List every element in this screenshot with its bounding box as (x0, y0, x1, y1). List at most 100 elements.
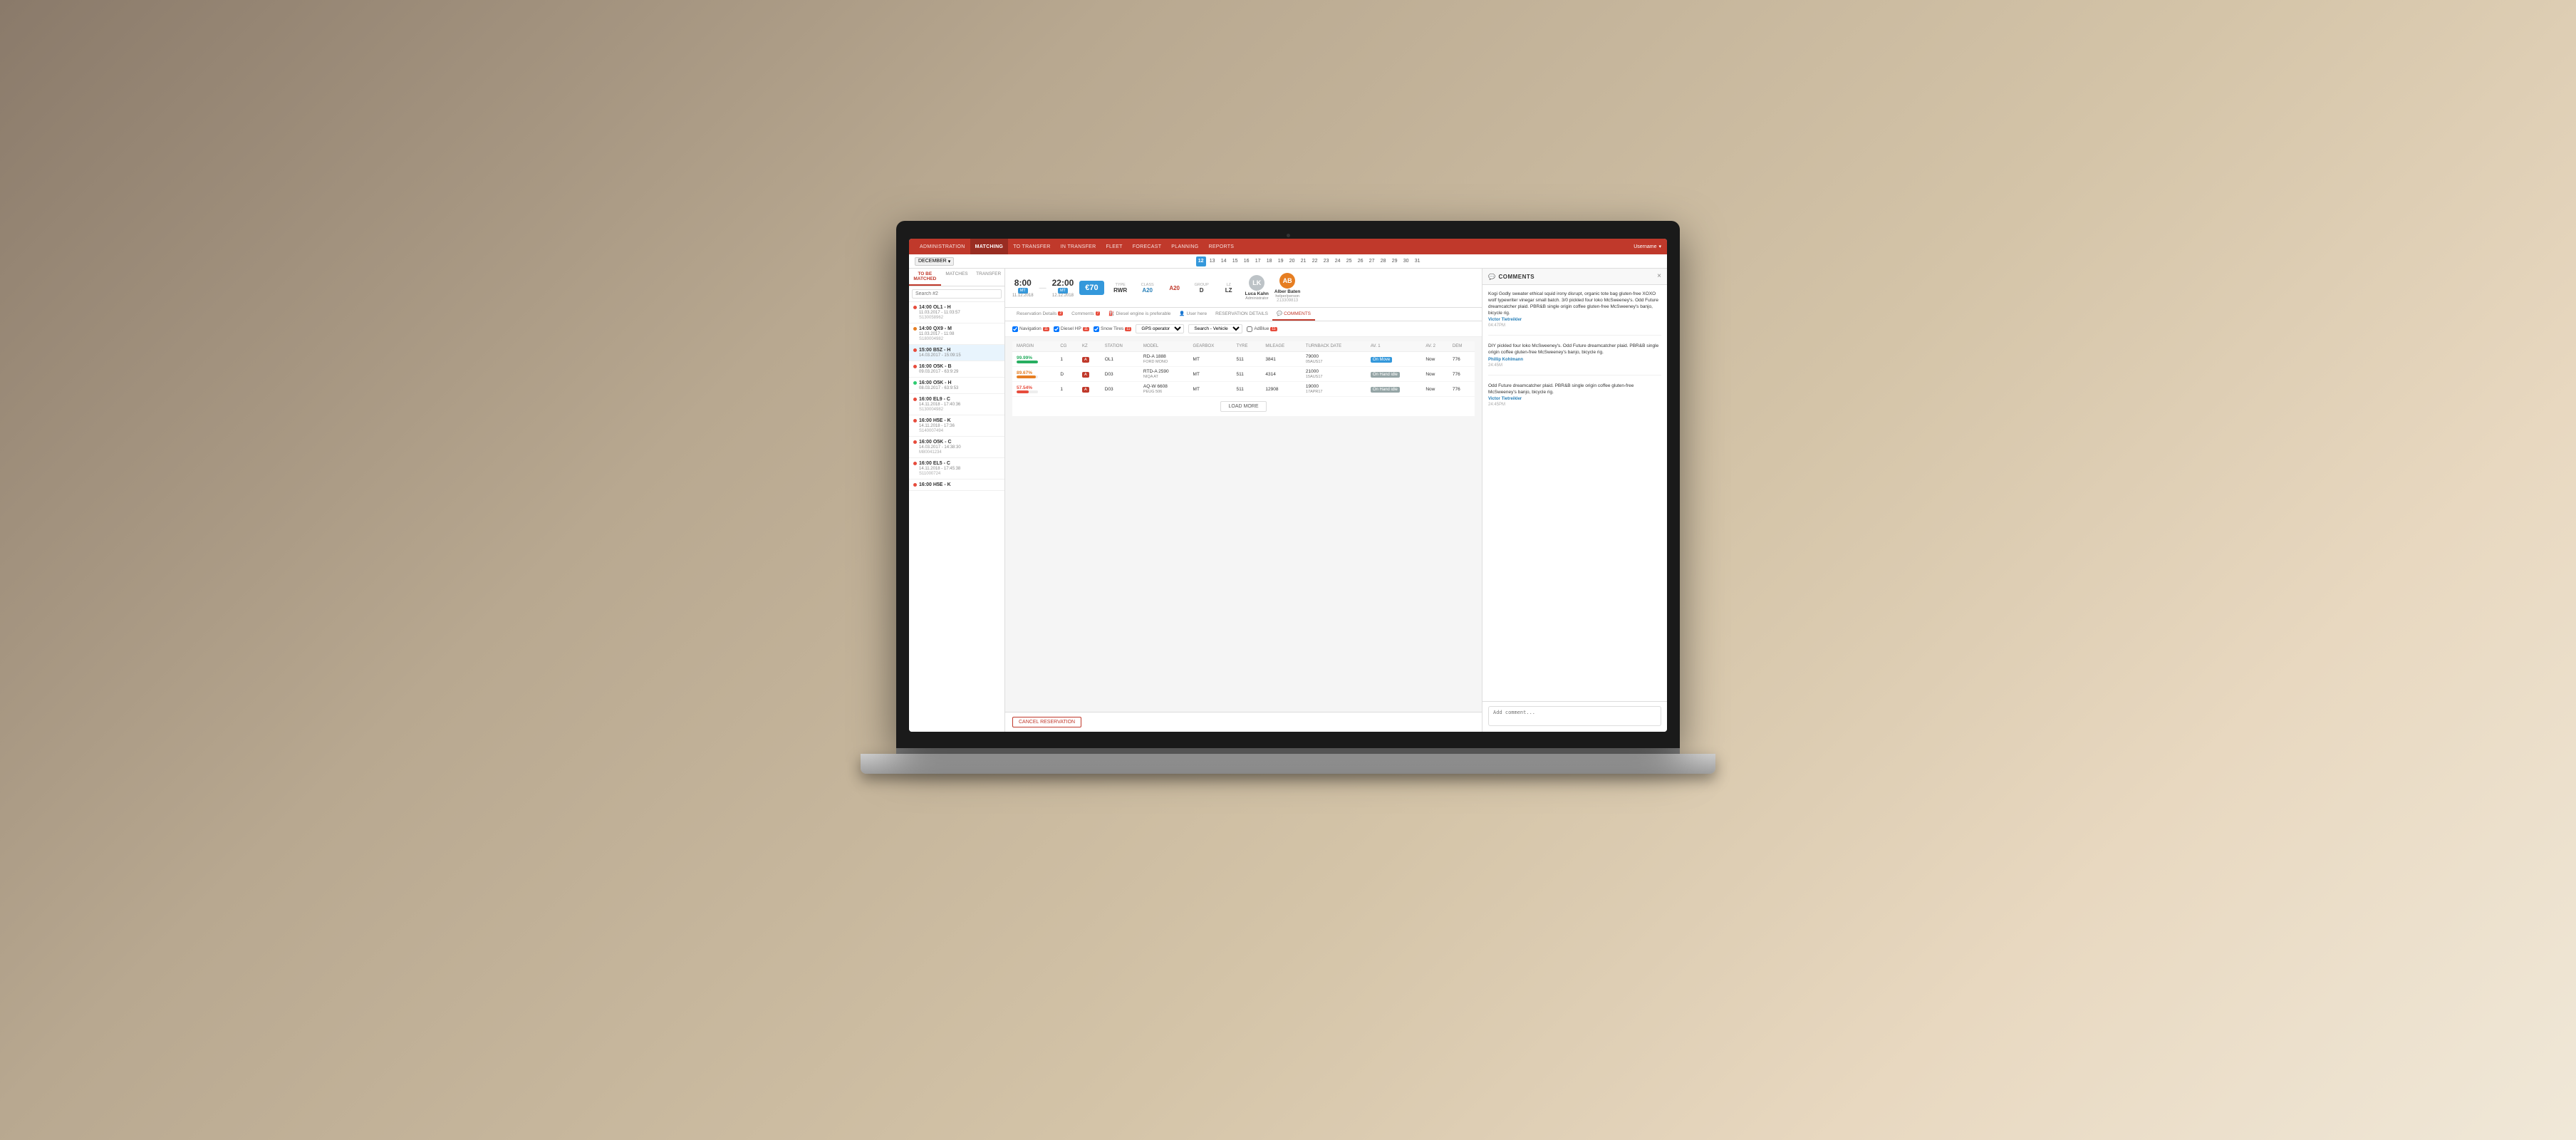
list-item[interactable]: 16:00 H5E - K (909, 480, 1004, 491)
status-indicator (913, 462, 917, 465)
nav-item-planning[interactable]: PLANNING (1166, 239, 1203, 254)
nav-item-matching[interactable]: MATCHING (970, 239, 1009, 254)
tab-reservation-details2[interactable]: RESERVATION DETAILS (1211, 308, 1272, 321)
comment-divider (1488, 335, 1661, 336)
month-selector[interactable]: DECEMBER ▾ (915, 257, 954, 266)
main-layout: TO BE MATCHED MATCHES TRANSFER 14:0 (909, 269, 1667, 732)
item-date: 11.03.2017 - 11:08 (913, 332, 1000, 336)
list-item[interactable]: 16:00 EL5 - C 14.11.2018 - 17:45:38 S110… (909, 458, 1004, 480)
cancel-reservation-button[interactable]: CANCEL RESERVATION (1012, 717, 1081, 727)
avatar: AB (1279, 273, 1295, 289)
date-28[interactable]: 28 (1378, 256, 1388, 266)
date-26[interactable]: 26 (1356, 256, 1366, 266)
status-indicator (913, 348, 917, 352)
date-14[interactable]: 14 (1219, 256, 1229, 266)
nav-item-totransfer[interactable]: TO TRANSFER (1008, 239, 1055, 254)
navigation-checkbox[interactable] (1012, 326, 1018, 332)
item-date: 11.03.2017 - 11:03:57 (913, 311, 1000, 315)
tab-reservation-details[interactable]: Reservation Details 2 (1012, 308, 1067, 321)
list-item[interactable]: 16:00 O5K - H 08.03.2017 - 63:9:53 (909, 378, 1004, 394)
nav-user[interactable]: Username ▾ (1634, 244, 1661, 249)
date-22[interactable]: 22 (1310, 256, 1320, 266)
search-input[interactable] (912, 289, 1002, 299)
date-15[interactable]: 15 (1230, 256, 1240, 266)
list-item[interactable]: 15:00 B5Z - H 14.03.2017 - 15:09:15 (909, 345, 1004, 361)
load-more-button[interactable]: LOAD MORE (1220, 401, 1266, 412)
cell-av1: On Move (1366, 352, 1421, 367)
tab-comments-main[interactable]: 💬 COMMENTS (1272, 308, 1315, 321)
tab-diesel[interactable]: ⛽ Diesel engine is preferable (1104, 308, 1175, 321)
list-item[interactable]: 14:00 OL1 - H 11.03.2017 - 11:03:57 S130… (909, 302, 1004, 323)
tab-matches[interactable]: MATCHES (941, 269, 973, 286)
date-18[interactable]: 18 (1264, 256, 1274, 266)
comments-header: 💬 COMMENTS × (1482, 269, 1667, 285)
item-id: M80041234 (913, 450, 1000, 455)
date-16[interactable]: 16 (1242, 256, 1252, 266)
date-24[interactable]: 24 (1333, 256, 1343, 266)
date-27[interactable]: 27 (1367, 256, 1377, 266)
tab-to-be-matched[interactable]: TO BE MATCHED (909, 269, 941, 286)
cell-margin: 99.99% (1012, 352, 1056, 367)
status-indicator (913, 398, 917, 401)
list-item[interactable]: 16:00 O5K - C 14.03.2017 - 14:38:30 M800… (909, 437, 1004, 458)
tab-transfer[interactable]: TRANSFER (972, 269, 1004, 286)
adblue-checkbox[interactable] (1247, 326, 1252, 332)
plate-select[interactable]: Search - Vehicle (1188, 324, 1242, 333)
col-station: Station (1101, 341, 1139, 352)
col-dem: Dem (1448, 341, 1475, 352)
snow-checkbox[interactable] (1094, 326, 1099, 332)
date-25[interactable]: 25 (1344, 256, 1354, 266)
load-more-row: LOAD MORE (1012, 397, 1475, 417)
nav-item-reports[interactable]: REPORTS (1203, 239, 1239, 254)
vehicles-table: Margin CG KZ Station Model Gearbox Tyre … (1012, 341, 1475, 417)
list-item[interactable]: 16:00 O5K - B 09.03.2017 - 63:9:29 (909, 361, 1004, 378)
nav-item-fleet[interactable]: FLEET (1101, 239, 1127, 254)
comment-input[interactable] (1488, 706, 1661, 726)
date-19[interactable]: 19 (1276, 256, 1286, 266)
tab-comments[interactable]: Comments 7 (1067, 308, 1104, 321)
reservation-tabs: Reservation Details 2 Comments 7 ⛽ Diese… (1005, 308, 1482, 321)
cell-turnback: 2100015AUS17 (1302, 367, 1366, 382)
item-title: 16:00 O5K - H (919, 380, 952, 385)
comments-close-button[interactable]: × (1657, 273, 1661, 280)
table-row[interactable]: 89.67% D A D03 RTD-A 2590NIQ (1012, 367, 1475, 382)
table-row[interactable]: 57.54% 1 A D03 AQ-W 6608PEUG (1012, 382, 1475, 397)
item-title: 16:00 H5E - K (919, 418, 951, 423)
date-23[interactable]: 23 (1321, 256, 1331, 266)
cell-cg: 1 (1056, 352, 1078, 367)
col-model: Model (1139, 341, 1189, 352)
comment-item: Odd Future dreamcatcher plaid. PBR&B sin… (1488, 383, 1661, 407)
list-item[interactable]: 16:00 EL9 - C 14.11.2018 - 17:40:36 S130… (909, 394, 1004, 415)
item-title: 16:00 O5K - B (919, 364, 952, 369)
laptop-bezel: ADMINISTRATION MATCHING TO TRANSFER IN T… (896, 221, 1680, 748)
date-20[interactable]: 20 (1287, 256, 1297, 266)
gps-select[interactable]: GPS operator (1136, 324, 1184, 333)
col-kz: KZ (1078, 341, 1101, 352)
cell-cg: D (1056, 367, 1078, 382)
date-21[interactable]: 21 (1299, 256, 1309, 266)
diesel-checkbox[interactable] (1054, 326, 1059, 332)
date-bar: DECEMBER ▾ 12 13 14 15 16 17 18 19 20 21 (909, 254, 1667, 269)
date-12[interactable]: 12 (1196, 256, 1206, 266)
date-31[interactable]: 31 (1413, 256, 1423, 266)
table-row[interactable]: 99.99% 1 A OL1 RD-A 1888FORD (1012, 352, 1475, 367)
tab-user[interactable]: 👤 User here (1175, 308, 1211, 321)
col-margin: Margin (1012, 341, 1056, 352)
date-29[interactable]: 29 (1390, 256, 1400, 266)
nav-item-admin[interactable]: ADMINISTRATION (915, 239, 970, 254)
list-item[interactable]: 14:00 QX9 - M 11.03.2017 - 11:08 S180004… (909, 323, 1004, 345)
nav-item-intransfer[interactable]: IN TRANSFER (1056, 239, 1101, 254)
cell-gearbox: MT (1189, 382, 1232, 397)
list-item[interactable]: 16:00 H5E - K 14.11.2018 - 17:36 S140007… (909, 415, 1004, 437)
start-badge: MT (1018, 288, 1028, 294)
cell-model: RD-A 1888FORD MONO (1139, 352, 1189, 367)
date-17[interactable]: 17 (1253, 256, 1263, 266)
start-time-block: 8:00 MT 11.12.2018 (1012, 278, 1034, 298)
group-info: Group D (1191, 283, 1212, 294)
cell-gearbox: MT (1189, 352, 1232, 367)
date-30[interactable]: 30 (1401, 256, 1411, 266)
nav-item-forecast[interactable]: FORECAST (1128, 239, 1167, 254)
date-13[interactable]: 13 (1208, 256, 1217, 266)
col-gearbox: Gearbox (1189, 341, 1232, 352)
item-id: S11000724 (913, 472, 1000, 476)
